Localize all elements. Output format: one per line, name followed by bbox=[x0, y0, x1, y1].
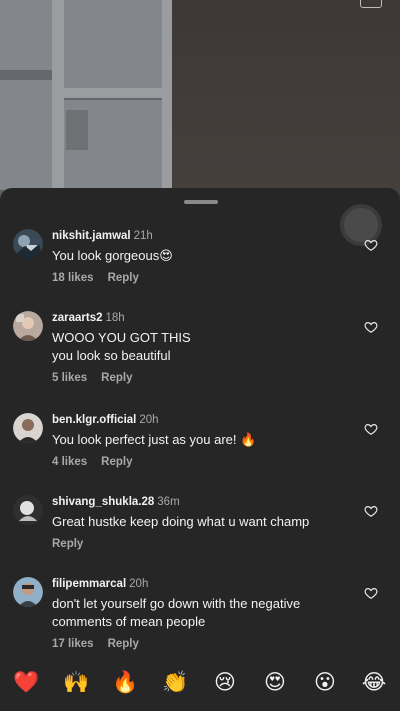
clapping-hands-emoji-button[interactable]: 👏 bbox=[162, 670, 188, 696]
comment-text: WOOO YOU GOT THIS you look so beautiful bbox=[52, 330, 191, 363]
avatar[interactable] bbox=[13, 577, 43, 607]
reply-button[interactable]: Reply bbox=[101, 456, 132, 468]
heart-outline-icon[interactable] bbox=[364, 238, 378, 252]
raising-hands-emoji-button[interactable]: 🙌 bbox=[63, 670, 89, 696]
surprised-face-emoji-button[interactable]: 😮 bbox=[312, 670, 338, 696]
comment-likes[interactable]: 17 likes bbox=[52, 638, 94, 650]
reply-button[interactable]: Reply bbox=[108, 272, 139, 284]
wall-background bbox=[172, 0, 400, 200]
heart-outline-icon[interactable] bbox=[364, 586, 378, 600]
comment-likes[interactable]: 4 likes bbox=[52, 456, 87, 468]
more-icon[interactable] bbox=[360, 0, 382, 8]
avatar[interactable] bbox=[13, 413, 43, 443]
comment-time: 18h bbox=[105, 312, 125, 324]
heart-eyes-emoji-button[interactable]: 😍 bbox=[262, 670, 288, 696]
comment-username[interactable]: nikshit.jamwal bbox=[52, 230, 131, 242]
fire-emoji-button[interactable]: 🔥 bbox=[112, 670, 138, 696]
avatar[interactable] bbox=[13, 495, 43, 525]
reply-button[interactable]: Reply bbox=[108, 638, 139, 650]
comment-username[interactable]: shivang_shukla.28 bbox=[52, 496, 154, 508]
comment-likes[interactable]: 5 likes bbox=[52, 372, 87, 384]
comment-time: 36m bbox=[157, 496, 180, 508]
heart-outline-icon[interactable] bbox=[364, 504, 378, 518]
crying-face-emoji-button[interactable]: 😢 bbox=[212, 670, 238, 696]
window-image bbox=[0, 0, 172, 200]
comment-text: You look perfect just as you are! 🔥 bbox=[52, 432, 257, 447]
red-heart-emoji-button[interactable]: ❤️ bbox=[13, 670, 39, 696]
reply-button[interactable]: Reply bbox=[101, 372, 132, 384]
avatar[interactable] bbox=[13, 311, 43, 341]
avatar[interactable] bbox=[13, 229, 43, 259]
emoji-reaction-bar: ❤️ 🙌 🔥 👏 😢 😍 😮 😂 bbox=[0, 660, 400, 711]
heart-outline-icon[interactable] bbox=[364, 320, 378, 334]
comment-text: You look gorgeous😍 bbox=[52, 248, 173, 263]
comment-username[interactable]: ben.klgr.official bbox=[52, 414, 136, 426]
reply-button[interactable]: Reply bbox=[52, 538, 83, 550]
comment-time: 20h bbox=[139, 414, 159, 426]
comment-time: 21h bbox=[133, 230, 153, 242]
comment-likes[interactable]: 18 likes bbox=[52, 272, 94, 284]
comment-username[interactable]: filipemmarcal bbox=[52, 578, 126, 590]
comment-text: Great hustke keep doing what u want cham… bbox=[52, 514, 310, 529]
heart-outline-icon[interactable] bbox=[364, 422, 378, 436]
tears-of-joy-emoji-button[interactable]: 😂 bbox=[361, 670, 387, 696]
drag-handle[interactable] bbox=[184, 200, 218, 204]
comments-sheet: nikshit.jamwal 21h You look gorgeous😍 18 … bbox=[0, 188, 400, 711]
comment-time: 20h bbox=[129, 578, 149, 590]
comment-username[interactable]: zaraarts2 bbox=[52, 312, 103, 324]
comment-text: don't let yourself go down with the nega… bbox=[52, 596, 301, 629]
